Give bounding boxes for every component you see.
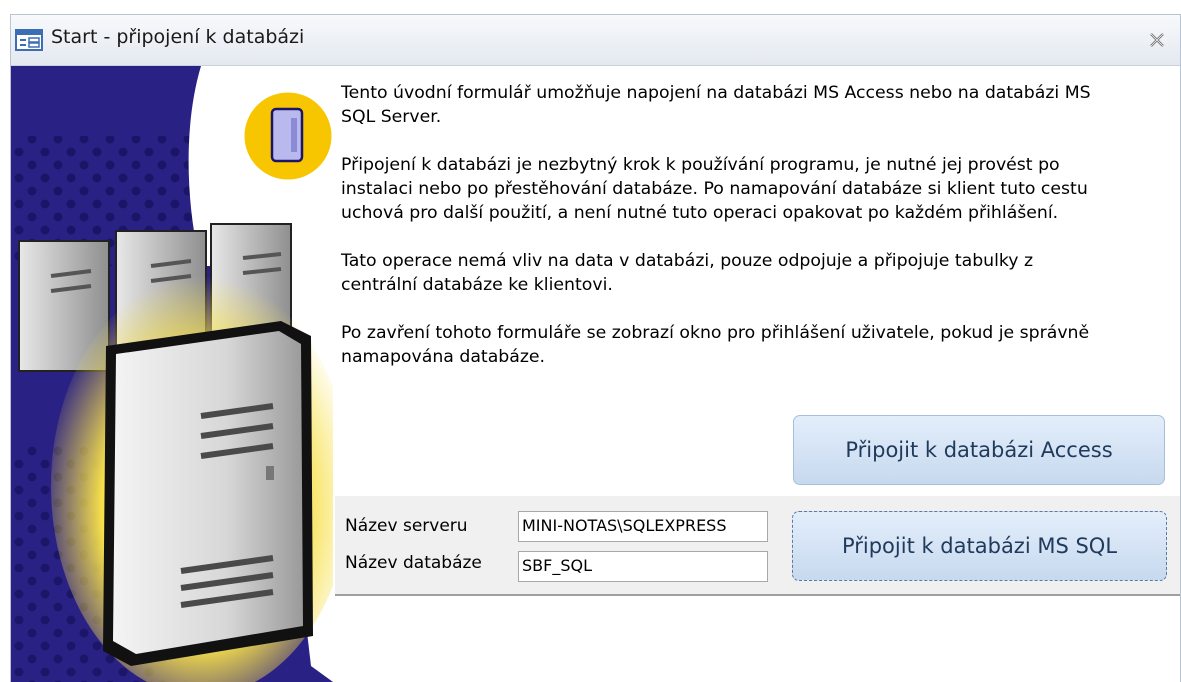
connect-sql-button-label: Připojit k databázi MS SQL [841, 534, 1118, 558]
sql-server-panel: Název serveru MINI-NOTAS\SQLEXPRESS Náze… [335, 496, 1180, 596]
database-name-field[interactable]: SBF_SQL [518, 551, 768, 582]
form-icon [15, 29, 43, 51]
description-paragraph: Po zavření tohoto formuláře se zobrazí o… [341, 323, 1090, 367]
description: Tento úvodní formulář umožňuje napojení … [341, 81, 1171, 393]
database-name-label: Název databáze [345, 553, 482, 573]
connect-access-button-label: Připojit k databázi Access [845, 438, 1113, 462]
connect-sql-button[interactable]: Připojit k databázi MS SQL [792, 511, 1167, 581]
description-paragraph: Tento úvodní formulář umožňuje napojení … [341, 83, 1091, 127]
server-illustration [11, 66, 333, 682]
connect-access-button[interactable]: Připojit k databázi Access [793, 415, 1165, 485]
server-name-label: Název serveru [345, 516, 468, 536]
dialog-window: Start - připojení k databázi Tento úvodn… [10, 14, 1181, 682]
close-icon[interactable] [1146, 29, 1168, 51]
description-paragraph: Tato operace nemá vliv na data v databáz… [341, 251, 1034, 295]
server-name-field[interactable]: MINI-NOTAS\SQLEXPRESS [518, 511, 768, 542]
window-title: Start - připojení k databázi [51, 26, 305, 48]
title-bar[interactable]: Start - připojení k databázi [11, 15, 1180, 66]
form-body: Tento úvodní formulář umožňuje napojení … [11, 66, 1180, 682]
description-paragraph: Připojení k databázi je nezbytný krok k … [341, 155, 1088, 223]
